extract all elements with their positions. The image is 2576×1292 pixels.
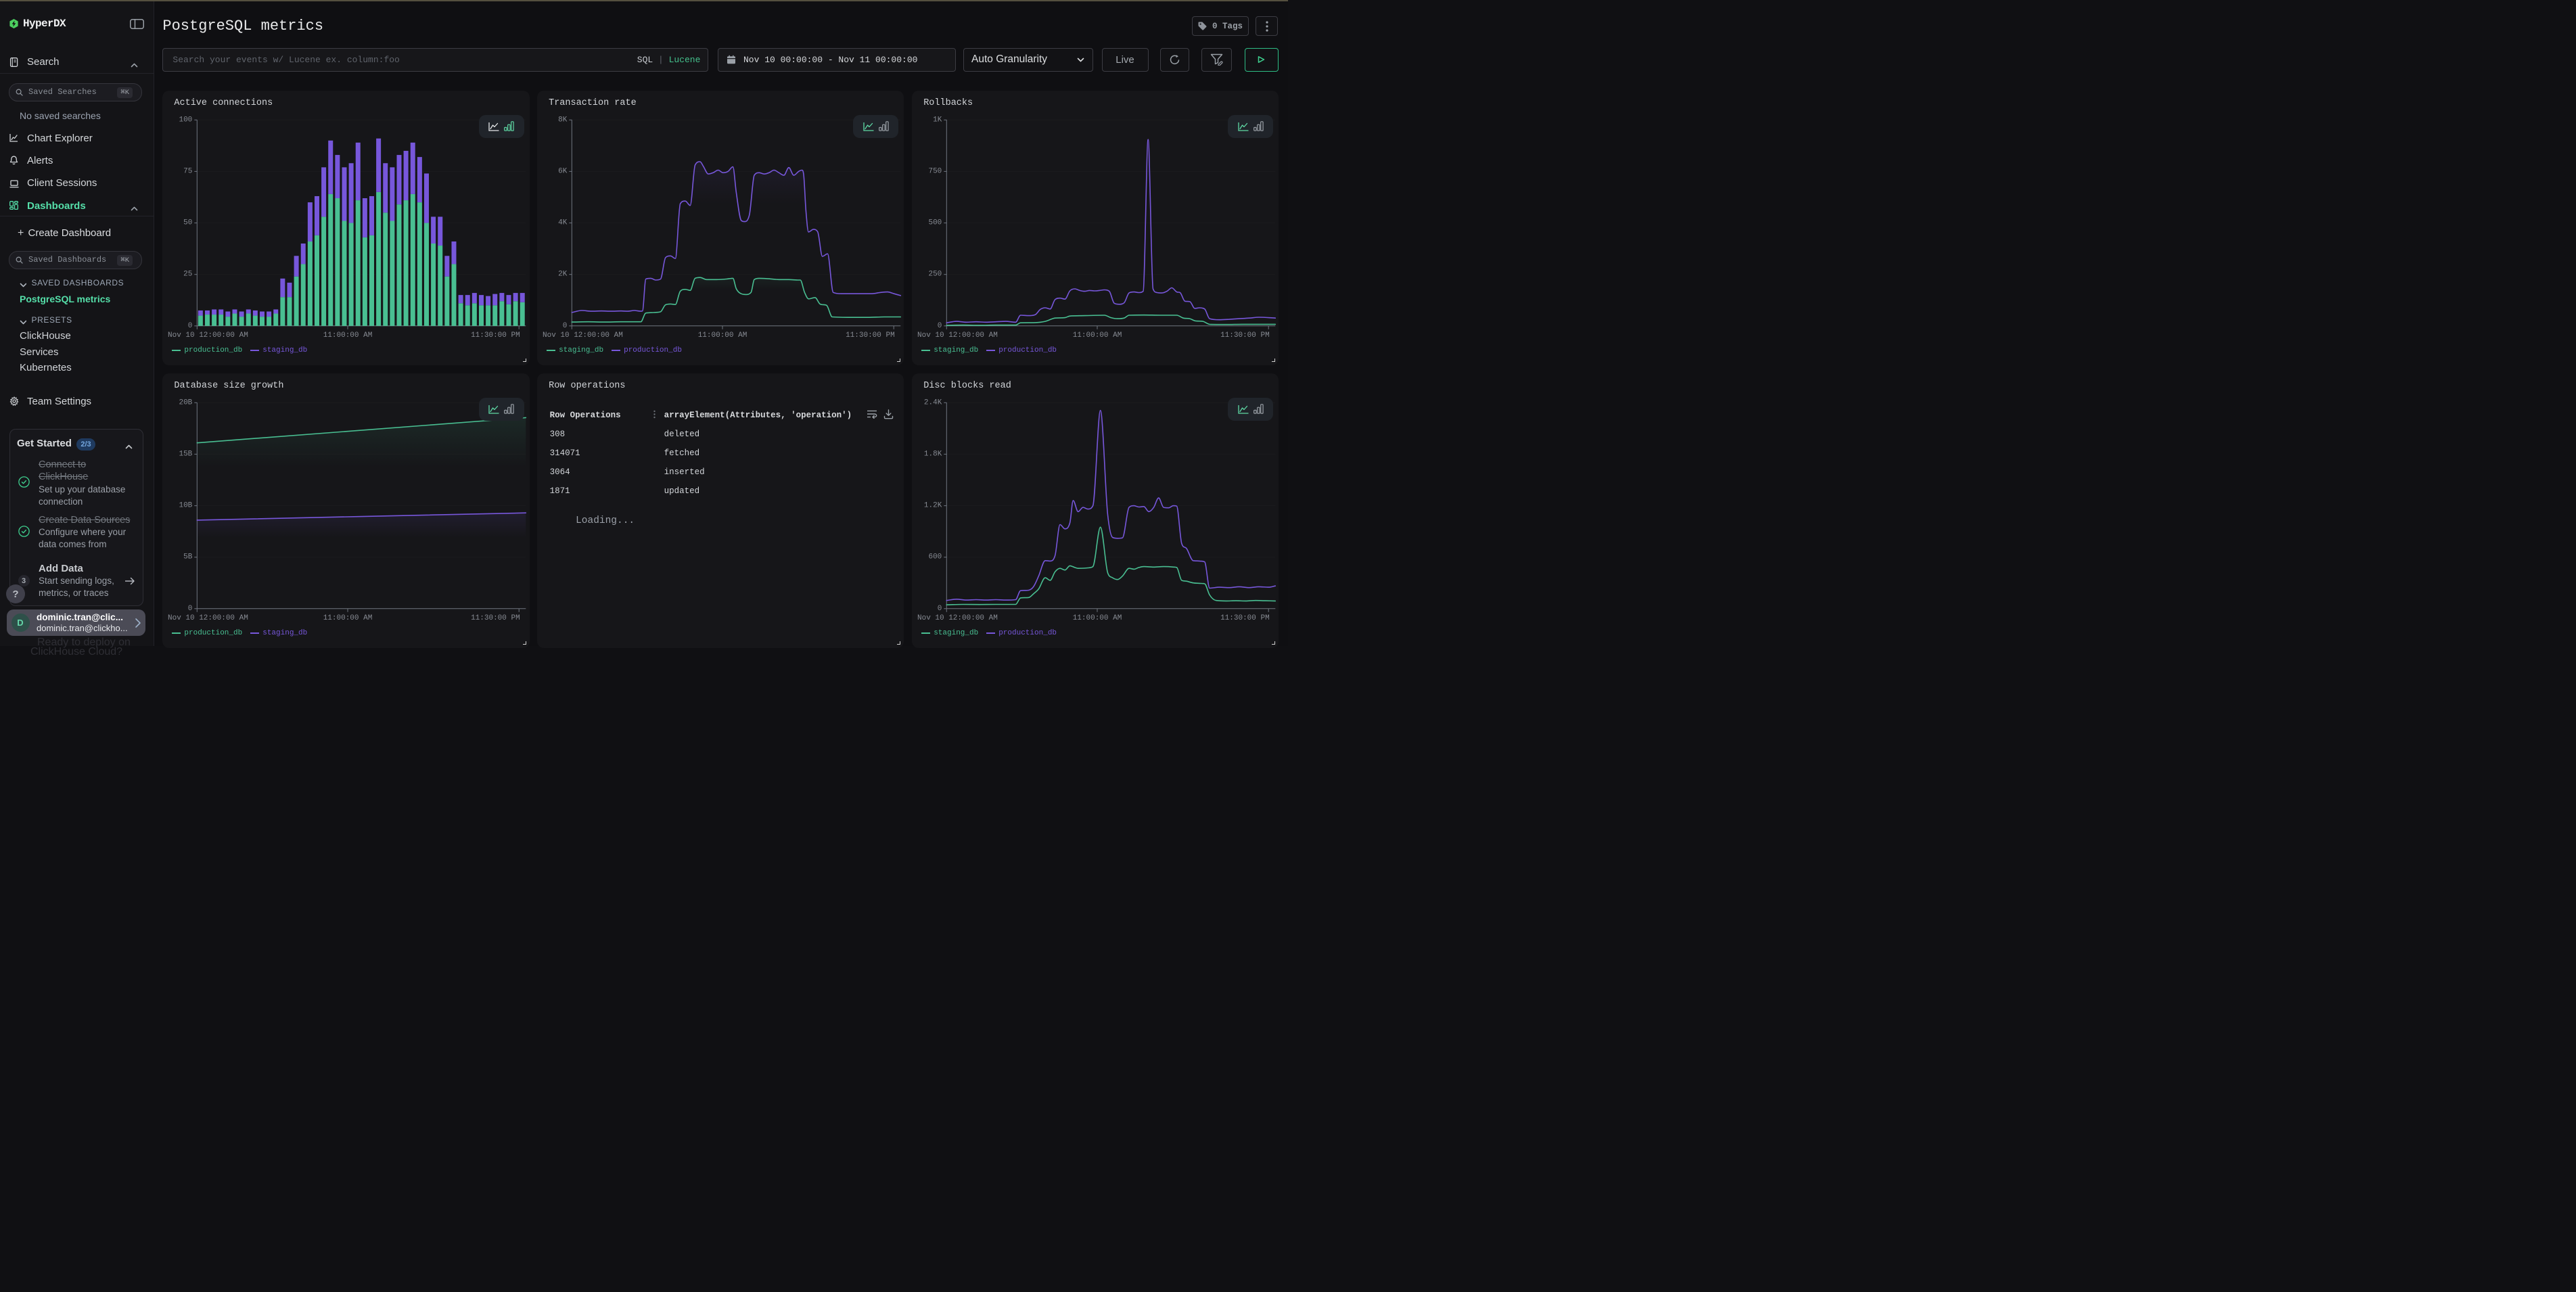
svg-text:11:30:00 PM: 11:30:00 PM <box>846 331 895 339</box>
svg-text:600: 600 <box>929 553 942 561</box>
svg-text:11:00:00 AM: 11:00:00 AM <box>1073 331 1122 339</box>
svg-text:11:30:00 PM: 11:30:00 PM <box>471 614 520 622</box>
svg-text:Nov 10 12:00:00 AM: Nov 10 12:00:00 AM <box>917 614 998 622</box>
svg-text:50: 50 <box>183 218 192 227</box>
svg-text:11:00:00 AM: 11:00:00 AM <box>698 331 748 339</box>
svg-text:Nov 10 12:00:00 AM: Nov 10 12:00:00 AM <box>168 614 248 622</box>
svg-text:0: 0 <box>563 321 568 329</box>
svg-text:1.2K: 1.2K <box>924 501 942 509</box>
svg-text:11:30:00 PM: 11:30:00 PM <box>1220 331 1270 339</box>
svg-text:11:00:00 AM: 11:00:00 AM <box>323 331 373 339</box>
svg-text:75: 75 <box>183 167 192 175</box>
svg-text:250: 250 <box>929 270 942 278</box>
svg-text:Nov 10 12:00:00 AM: Nov 10 12:00:00 AM <box>168 331 248 339</box>
svg-text:4K: 4K <box>558 218 568 227</box>
svg-text:5B: 5B <box>183 553 193 561</box>
svg-text:11:30:00 PM: 11:30:00 PM <box>1220 614 1270 622</box>
svg-text:10B: 10B <box>179 501 193 509</box>
svg-text:8K: 8K <box>558 116 568 124</box>
svg-text:1.8K: 1.8K <box>924 450 942 458</box>
svg-text:2.4K: 2.4K <box>924 398 942 407</box>
svg-text:0: 0 <box>188 604 193 612</box>
svg-text:0: 0 <box>938 321 942 329</box>
svg-text:500: 500 <box>929 218 942 227</box>
svg-text:11:30:00 PM: 11:30:00 PM <box>471 331 520 339</box>
svg-text:15B: 15B <box>179 450 193 458</box>
svg-text:100: 100 <box>179 116 193 124</box>
svg-text:20B: 20B <box>179 398 193 407</box>
svg-text:2K: 2K <box>558 270 568 278</box>
svg-text:6K: 6K <box>558 167 568 175</box>
svg-text:750: 750 <box>929 167 942 175</box>
svg-text:Nov 10 12:00:00 AM: Nov 10 12:00:00 AM <box>543 331 623 339</box>
svg-text:11:00:00 AM: 11:00:00 AM <box>323 614 373 622</box>
svg-text:0: 0 <box>188 321 193 329</box>
svg-text:11:00:00 AM: 11:00:00 AM <box>1073 614 1122 622</box>
svg-text:25: 25 <box>183 270 192 278</box>
svg-text:Nov 10 12:00:00 AM: Nov 10 12:00:00 AM <box>917 331 998 339</box>
svg-text:1K: 1K <box>933 116 942 124</box>
svg-text:0: 0 <box>938 604 942 612</box>
